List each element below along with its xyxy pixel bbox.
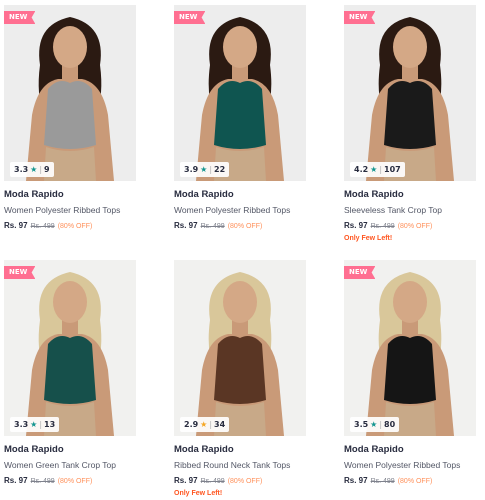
product-image[interactable]: NEW 3.5 ★ | 80 [344,260,476,436]
rating-chip: 3.3 ★ | 13 [10,417,60,432]
model-photo [174,5,306,181]
rating-count: 13 [44,420,56,429]
rating-chip: 3.3 ★ | 9 [10,162,54,177]
product-title: Women Polyester Ribbed Tops [174,205,291,215]
separator: | [209,420,213,429]
product-card[interactable]: NEW 3.9 ★ | 22 Moda Rapido Women Polyester R… [174,5,306,235]
stock-note: Only Few Left! [344,235,393,242]
price-row: Rs. 97 Rs. 499 (80% OFF) [4,476,136,485]
product-brand: Moda Rapido [344,189,404,200]
product-price: Rs. 97 [344,221,368,230]
separator: | [379,420,383,429]
product-title: Ribbed Round Neck Tank Tops [174,460,291,470]
product-price: Rs. 97 [344,476,368,485]
rating-count: 9 [44,165,50,174]
stock-note: Only Few Left! [174,490,223,497]
rating-chip: 3.9 ★ | 22 [180,162,230,177]
product-image[interactable]: NEW 4.2 ★ | 107 [344,5,476,181]
product-price: Rs. 97 [4,476,28,485]
product-mrp: Rs. 499 [200,223,225,230]
star-icon: ★ [30,420,38,429]
model-photo [344,5,476,181]
rating-value: 2.9 [184,420,199,429]
new-badge: NEW [174,11,206,24]
product-image[interactable]: NEW 3.3 ★ | 9 [4,5,136,181]
price-row: Rs. 97 Rs. 499 (80% OFF) [344,221,476,230]
rating-count: 80 [384,420,396,429]
product-title: Women Polyester Ribbed Tops [344,460,461,470]
rating-count: 107 [384,165,401,174]
product-mrp: Rs. 499 [30,478,55,485]
product-discount: (80% OFF) [227,223,263,230]
product-brand: Moda Rapido [174,189,234,200]
price-row: Rs. 97 Rs. 499 (80% OFF) [174,221,306,230]
price-row: Rs. 97 Rs. 499 (80% OFF) [344,476,476,485]
model-photo [174,260,306,436]
product-brand: Moda Rapido [4,444,64,455]
rating-value: 3.5 [354,420,369,429]
product-mrp: Rs. 499 [30,223,55,230]
rating-value: 3.3 [14,420,29,429]
product-card[interactable]: NEW 4.2 ★ | 107 Moda Rapido Sleeveless Tank … [344,5,476,242]
rating-value: 3.3 [14,165,29,174]
product-card[interactable]: NEW 3.5 ★ | 80 Moda Rapido Women Polyester R… [344,260,476,490]
separator: | [209,165,213,174]
rating-value: 4.2 [354,165,369,174]
product-brand: Moda Rapido [174,444,234,455]
product-discount: (80% OFF) [397,223,433,230]
star-icon: ★ [370,165,378,174]
product-mrp: Rs. 499 [370,223,395,230]
new-badge: NEW [344,11,376,24]
model-photo [4,5,136,181]
product-title: Women Green Tank Crop Top [4,460,116,470]
star-icon: ★ [30,165,38,174]
product-image[interactable]: 2.9 ★ | 34 [174,260,306,436]
product-brand: Moda Rapido [344,444,404,455]
product-discount: (80% OFF) [397,478,433,485]
product-card[interactable]: NEW 3.3 ★ | 9 Moda Rapido Women Polyester Ri… [4,5,136,235]
separator: | [39,420,43,429]
product-price: Rs. 97 [174,476,198,485]
product-grid: NEW 3.3 ★ | 9 Moda Rapido Women Polyester Ri… [0,0,485,500]
product-brand: Moda Rapido [4,189,64,200]
new-badge: NEW [4,11,36,24]
star-icon: ★ [200,420,208,429]
product-discount: (80% OFF) [57,223,93,230]
new-badge: NEW [344,266,376,279]
rating-count: 22 [214,165,226,174]
price-row: Rs. 97 Rs. 499 (80% OFF) [4,221,136,230]
product-image[interactable]: NEW 3.9 ★ | 22 [174,5,306,181]
rating-chip: 2.9 ★ | 34 [180,417,230,432]
rating-value: 3.9 [184,165,199,174]
product-card[interactable]: NEW 3.3 ★ | 13 Moda Rapido Women Green Tank … [4,260,136,490]
price-row: Rs. 97 Rs. 499 (80% OFF) [174,476,306,485]
model-photo [344,260,476,436]
product-discount: (80% OFF) [57,478,93,485]
product-image[interactable]: NEW 3.3 ★ | 13 [4,260,136,436]
product-card[interactable]: 2.9 ★ | 34 Moda Rapido Ribbed Round Neck Ta… [174,260,306,497]
product-title: Sleeveless Tank Crop Top [344,205,442,215]
separator: | [379,165,383,174]
product-mrp: Rs. 499 [370,478,395,485]
separator: | [39,165,43,174]
product-price: Rs. 97 [174,221,198,230]
rating-chip: 4.2 ★ | 107 [350,162,405,177]
star-icon: ★ [200,165,208,174]
model-photo [4,260,136,436]
product-discount: (80% OFF) [227,478,263,485]
product-title: Women Polyester Ribbed Tops [4,205,121,215]
rating-count: 34 [214,420,226,429]
rating-chip: 3.5 ★ | 80 [350,417,400,432]
new-badge: NEW [4,266,36,279]
product-price: Rs. 97 [4,221,28,230]
product-mrp: Rs. 499 [200,478,225,485]
star-icon: ★ [370,420,378,429]
